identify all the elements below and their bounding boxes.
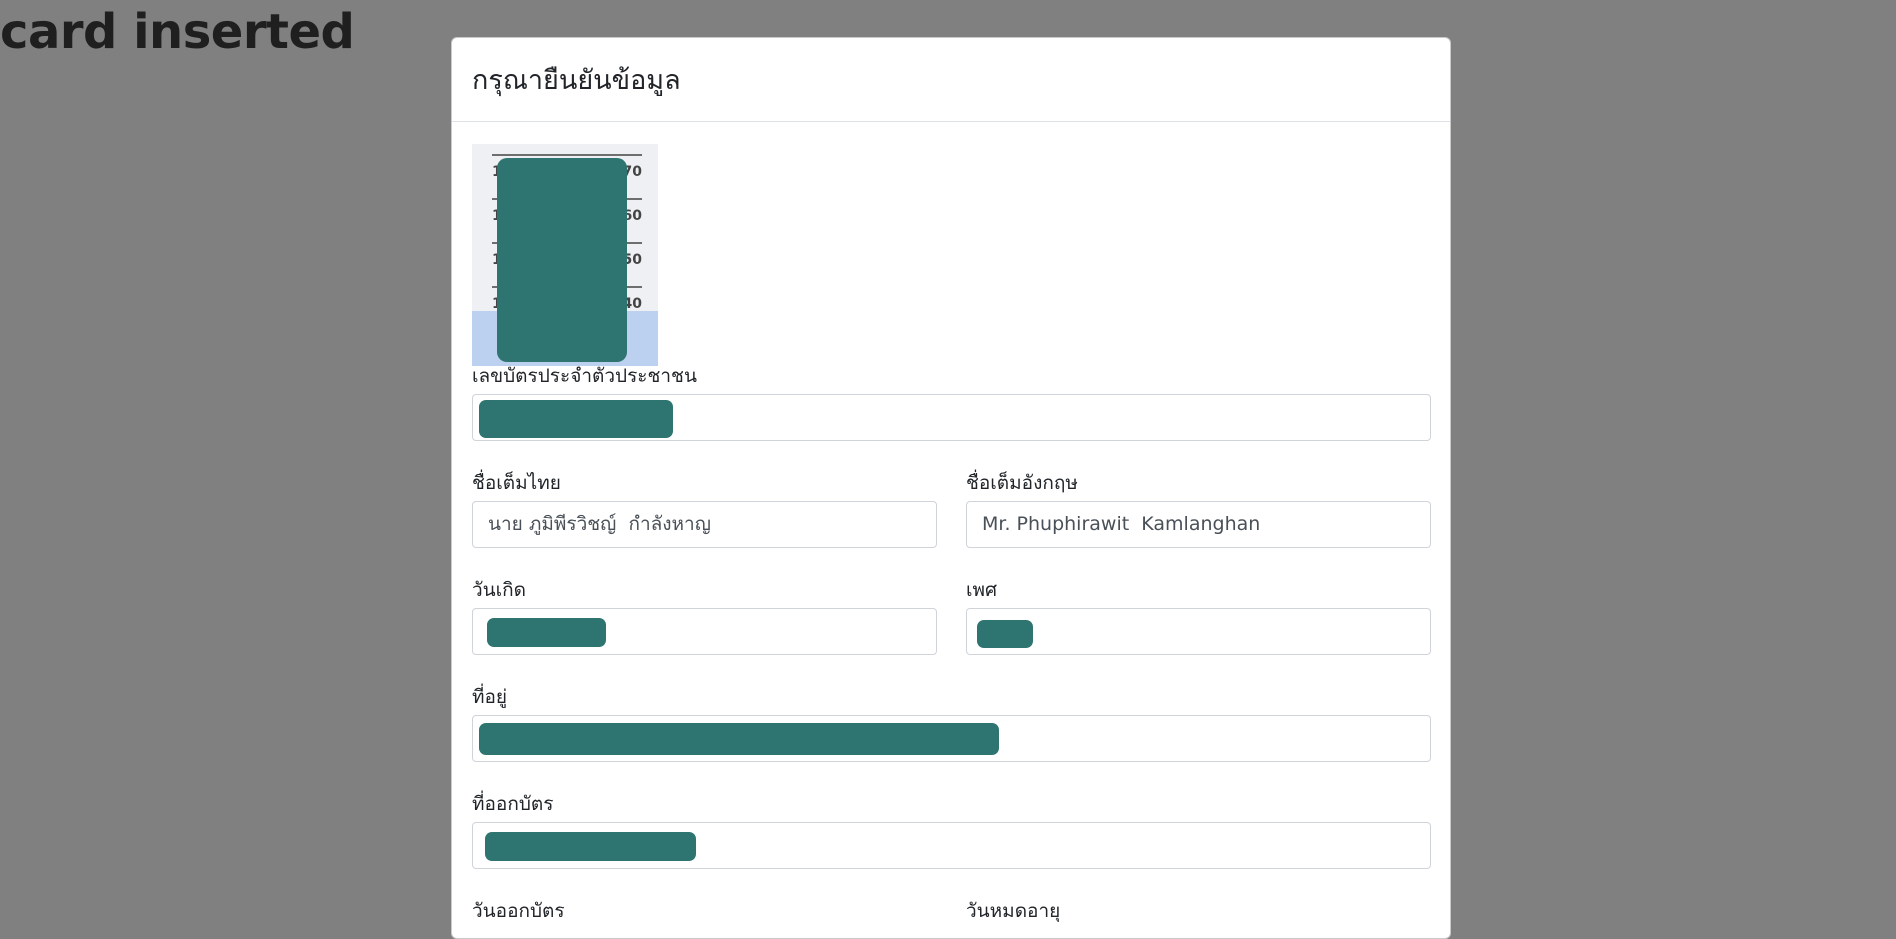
name-en-label: ชื่อเต็มอังกฤษ bbox=[966, 472, 1078, 494]
id-number-label: เลขบัตรประจำตัวประชาชน bbox=[472, 365, 697, 387]
modal-header: กรุณายืนยันข้อมูล bbox=[452, 38, 1450, 122]
redacted-birth-date bbox=[487, 618, 606, 647]
gender-input[interactable] bbox=[966, 608, 1431, 655]
issuer-label: ที่ออกบัตร bbox=[472, 793, 554, 815]
id-card-photo: 1 170 1 160 1 150 1 140 bbox=[472, 144, 658, 366]
confirm-info-modal: กรุณายืนยันข้อมูล 1 170 1 160 1 150 1 14… bbox=[451, 37, 1451, 939]
expiry-date-field: วันหมดอายุ bbox=[966, 899, 1431, 923]
gender-field: เพศ bbox=[966, 578, 1431, 655]
modal-title: กรุณายืนยันข้อมูล bbox=[472, 65, 681, 96]
issuer-field: ที่ออกบัตร bbox=[472, 792, 1431, 869]
name-th-field: ชื่อเต็มไทย นาย ภูมิพีรวิชญ์ กำลังหาญ bbox=[472, 471, 937, 548]
id-number-input[interactable] bbox=[472, 394, 1431, 441]
address-label: ที่อยู่ bbox=[472, 686, 508, 708]
redacted-gender bbox=[977, 620, 1033, 648]
name-en-input[interactable]: Mr. Phuphirawit Kamlanghan bbox=[966, 501, 1431, 548]
address-input[interactable] bbox=[472, 715, 1431, 762]
redacted-issuer bbox=[485, 832, 696, 861]
page-heading: card inserted bbox=[0, 4, 355, 60]
id-number-field: เลขบัตรประจำตัวประชาชน bbox=[472, 364, 1431, 441]
issuer-input[interactable] bbox=[472, 822, 1431, 869]
name-th-label: ชื่อเต็มไทย bbox=[472, 472, 561, 494]
expiry-date-label: วันหมดอายุ bbox=[966, 900, 1061, 922]
redacted-id-number bbox=[479, 400, 673, 438]
gender-label: เพศ bbox=[966, 579, 998, 601]
name-en-field: ชื่อเต็มอังกฤษ Mr. Phuphirawit Kamlangha… bbox=[966, 471, 1431, 548]
address-field: ที่อยู่ bbox=[472, 685, 1431, 762]
birth-date-input[interactable] bbox=[472, 608, 937, 655]
birth-date-label: วันเกิด bbox=[472, 579, 526, 601]
name-th-input[interactable]: นาย ภูมิพีรวิชญ์ กำลังหาญ bbox=[472, 501, 937, 548]
birth-date-field: วันเกิด bbox=[472, 578, 937, 655]
issue-date-label: วันออกบัตร bbox=[472, 900, 565, 922]
redacted-address bbox=[479, 723, 999, 755]
issue-date-field: วันออกบัตร bbox=[472, 899, 937, 923]
redacted-face bbox=[497, 158, 627, 362]
